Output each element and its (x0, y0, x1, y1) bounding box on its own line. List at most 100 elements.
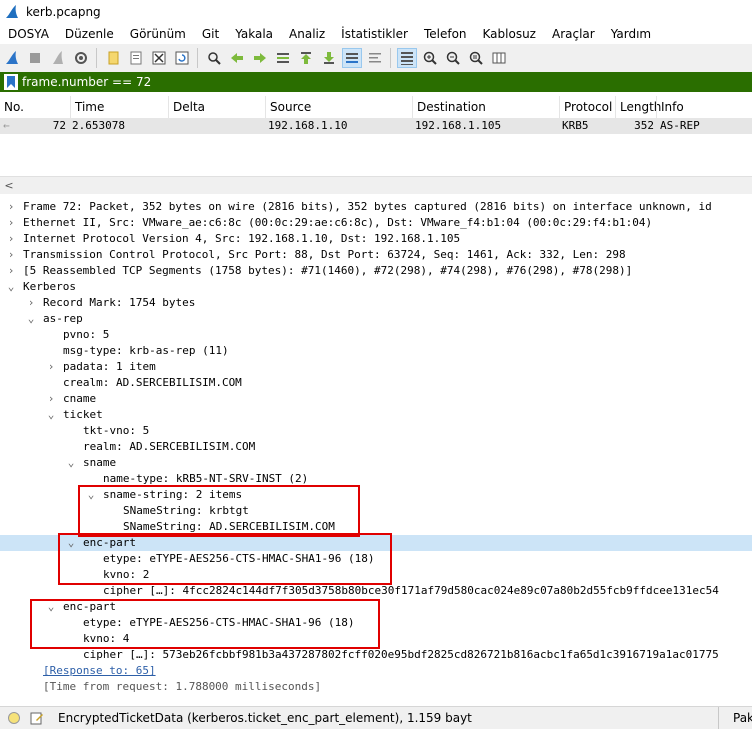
resize-columns-button[interactable] (489, 48, 509, 68)
column-source[interactable]: Source (265, 96, 412, 118)
menu-wireless[interactable]: Kablosuz (475, 27, 544, 41)
menu-go[interactable]: Git (194, 27, 227, 41)
menu-tools[interactable]: Araçlar (544, 27, 603, 41)
find-packet-button[interactable] (204, 48, 224, 68)
packet-no: 72 (52, 119, 66, 132)
tree-item[interactable]: SNameString: krbtgt (0, 503, 752, 519)
edit-comment-icon[interactable] (30, 711, 44, 725)
start-capture-button[interactable] (2, 48, 22, 68)
scroll-left-icon[interactable]: < (2, 177, 16, 194)
tree-item[interactable]: ⌄ sname-string: 2 items (0, 487, 752, 503)
packet-row[interactable]: ← 72 2.653078 192.168.1.10 192.168.1.105… (0, 118, 752, 134)
colorize-button[interactable] (365, 48, 385, 68)
tree-item[interactable]: msg-type: krb-as-rep (11) (0, 343, 752, 359)
tree-item[interactable]: SNameString: AD.SERCEBILISIM.COM (0, 519, 752, 535)
tree-item[interactable]: ⌄ enc-part (0, 599, 752, 615)
tree-item-label: [5 Reassembled TCP Segments (1758 bytes)… (23, 264, 633, 277)
menu-telephony[interactable]: Telefon (416, 27, 475, 41)
tree-item[interactable]: › Ethernet II, Src: VMware_ae:c6:8c (00:0… (0, 215, 752, 231)
tree-item-label: cname (63, 392, 97, 405)
column-length[interactable]: Length (615, 96, 661, 118)
tree-item[interactable]: etype: eTYPE-AES256-CTS-HMAC-SHA1-96 (18… (0, 551, 752, 567)
column-info[interactable]: Info (656, 96, 752, 118)
go-back-button[interactable] (227, 48, 247, 68)
zoom-reset-button[interactable] (466, 48, 486, 68)
colorize-list-button[interactable] (396, 48, 417, 68)
tree-item[interactable]: › padata: 1 item (0, 359, 752, 375)
tree-item[interactable]: › Transmission Control Protocol, Src Port… (0, 247, 752, 263)
menu-analyze[interactable]: Analiz (281, 27, 333, 41)
menu-edit[interactable]: Düzenle (57, 27, 122, 41)
shark-fin-icon (5, 51, 18, 64)
packet-list-header: No. Time Delta Source Destination Protoc… (0, 96, 752, 119)
packet-details-tree: › Frame 72: Packet, 352 bytes on wire (28… (0, 198, 752, 698)
go-forward-button[interactable] (250, 48, 270, 68)
tree-item-link[interactable]: [Response to: 65] (0, 663, 752, 679)
close-file-button[interactable] (149, 48, 169, 68)
tree-item-label: Frame 72: Packet, 352 bytes on wire (281… (23, 200, 712, 213)
menu-statistics[interactable]: İstatistikler (333, 27, 416, 41)
tree-item-label: Internet Protocol Version 4, Src: 192.16… (23, 232, 461, 245)
column-destination[interactable]: Destination (412, 96, 559, 118)
zoom-in-button[interactable] (420, 48, 440, 68)
toolbar-separator (390, 48, 391, 68)
save-file-button[interactable] (126, 48, 146, 68)
tree-item-label: etype: eTYPE-AES256-CTS-HMAC-SHA1-96 (18… (103, 552, 375, 565)
tree-item-label: Record Mark: 1754 bytes (43, 296, 196, 309)
column-no[interactable]: No. (0, 96, 70, 118)
tree-item[interactable]: ⌄ as-rep (0, 311, 752, 327)
tree-item[interactable]: ⌄ Kerberos (0, 279, 752, 295)
tree-item[interactable]: kvno: 2 (0, 567, 752, 583)
lines-icon (368, 53, 381, 63)
tree-item[interactable]: ⌄ sname (0, 455, 752, 471)
tree-item[interactable]: cipher […]: 573eb26fcbbf981b3a437287802f… (0, 647, 752, 663)
restart-capture-button[interactable] (48, 48, 68, 68)
tree-item[interactable]: realm: AD.SERCEBILISIM.COM (0, 439, 752, 455)
search-icon (207, 52, 221, 65)
menu-view[interactable]: Görünüm (122, 27, 194, 41)
auto-scroll-button[interactable] (341, 48, 362, 68)
go-to-packet-button[interactable] (273, 48, 293, 68)
tree-item[interactable]: kvno: 4 (0, 631, 752, 647)
display-filter-input[interactable] (22, 75, 722, 89)
capture-status-icon[interactable] (8, 712, 20, 724)
tree-item[interactable]: crealm: AD.SERCEBILISIM.COM (0, 375, 752, 391)
column-protocol[interactable]: Protocol (559, 96, 615, 118)
menu-capture[interactable]: Yakala (227, 27, 281, 41)
capture-options-button[interactable] (71, 48, 91, 68)
tree-item-selected[interactable]: ⌄ enc-part (0, 535, 752, 551)
tree-item[interactable]: tkt-vno: 5 (0, 423, 752, 439)
tree-item-label: kvno: 2 (103, 568, 150, 581)
column-delta[interactable]: Delta (168, 96, 265, 118)
packet-length: 352 (634, 119, 654, 132)
tree-item[interactable]: [Time from request: 1.788000 millisecond… (0, 679, 752, 695)
arrow-down-icon (323, 52, 334, 64)
stop-capture-button[interactable] (25, 48, 45, 68)
folder-icon (108, 51, 118, 65)
tree-item[interactable]: ⌄ ticket (0, 407, 752, 423)
column-time[interactable]: Time (70, 96, 168, 118)
tree-item-label: SNameString: AD.SERCEBILISIM.COM (123, 520, 335, 533)
tree-item[interactable]: pvno: 5 (0, 327, 752, 343)
wireshark-fin-icon (6, 5, 18, 18)
tree-item[interactable]: › [5 Reassembled TCP Segments (1758 bytes… (0, 263, 752, 279)
open-file-button[interactable] (103, 48, 123, 68)
first-packet-button[interactable] (296, 48, 316, 68)
last-packet-button[interactable] (319, 48, 339, 68)
tree-item[interactable]: › Frame 72: Packet, 352 bytes on wire (28… (0, 199, 752, 215)
tree-item[interactable]: › Record Mark: 1754 bytes (0, 295, 752, 311)
packet-source: 192.168.1.10 (268, 119, 348, 132)
bookmark-icon[interactable] (4, 74, 18, 90)
tree-item[interactable]: etype: eTYPE-AES256-CTS-HMAC-SHA1-96 (18… (0, 615, 752, 631)
tree-item[interactable]: › cname (0, 391, 752, 407)
menu-help[interactable]: Yardım (603, 27, 659, 41)
arrow-right-icon (253, 53, 266, 63)
zoom-out-button[interactable] (443, 48, 463, 68)
menu-file[interactable]: DOSYA (0, 27, 57, 41)
tree-item[interactable]: name-type: kRB5-NT-SRV-INST (2) (0, 471, 752, 487)
status-bar: EncryptedTicketData (kerberos.ticket_enc… (0, 706, 752, 729)
tree-item[interactable]: cipher […]: 4fcc2824c144df7f305d3758b80b… (0, 583, 752, 599)
reload-file-button[interactable] (172, 48, 192, 68)
packet-list-hscrollbar[interactable]: < (0, 176, 752, 194)
tree-item[interactable]: › Internet Protocol Version 4, Src: 192.1… (0, 231, 752, 247)
